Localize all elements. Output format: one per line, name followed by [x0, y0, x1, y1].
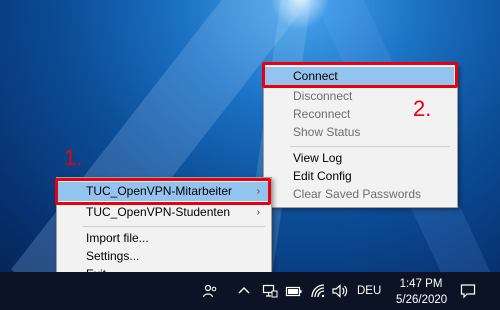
- menu-item-disconnect: Disconnect: [293, 89, 353, 103]
- notification-icon[interactable]: [459, 282, 477, 300]
- menu-separator: [83, 226, 265, 227]
- annotation-step-one: 1.: [64, 145, 83, 170]
- menu-item-settings[interactable]: Settings...: [86, 247, 139, 266]
- menu-separator: [290, 146, 450, 147]
- submenu-arrow-icon: ›: [256, 207, 260, 218]
- menu-item-clear-saved-passwords: Clear Saved Passwords: [293, 187, 422, 201]
- battery-icon[interactable]: [285, 283, 303, 299]
- chevron-up-icon[interactable]: [237, 284, 251, 298]
- light-glow: [270, 0, 330, 30]
- annotation-step-two: 2.: [413, 96, 432, 121]
- volume-icon[interactable]: [331, 283, 349, 299]
- language-indicator[interactable]: DEU: [357, 285, 381, 297]
- clock-date: 5/26/2020: [396, 294, 448, 306]
- menu-item-reconnect: Reconnect: [293, 107, 351, 121]
- menu-item-view-log[interactable]: View Log: [293, 149, 342, 168]
- menu-item-profile-studenten[interactable]: TUC_OpenVPN-Studenten ›: [58, 203, 268, 222]
- profile-label: TUC_OpenVPN-Studenten: [86, 205, 231, 219]
- menu-item-import-file[interactable]: Import file...: [86, 229, 149, 248]
- taskbar-clock[interactable]: 1:47 PM 5/26/2020: [396, 276, 448, 308]
- network-icon[interactable]: [262, 283, 278, 299]
- annotation-box-connect: [262, 62, 458, 88]
- wifi-icon[interactable]: [310, 283, 326, 299]
- annotation-box-profile: [55, 178, 271, 205]
- menu-item-show-status: Show Status: [293, 125, 361, 139]
- clock-time: 1:47 PM: [399, 278, 443, 290]
- people-icon[interactable]: [202, 283, 218, 299]
- menu-item-edit-config[interactable]: Edit Config: [293, 167, 352, 186]
